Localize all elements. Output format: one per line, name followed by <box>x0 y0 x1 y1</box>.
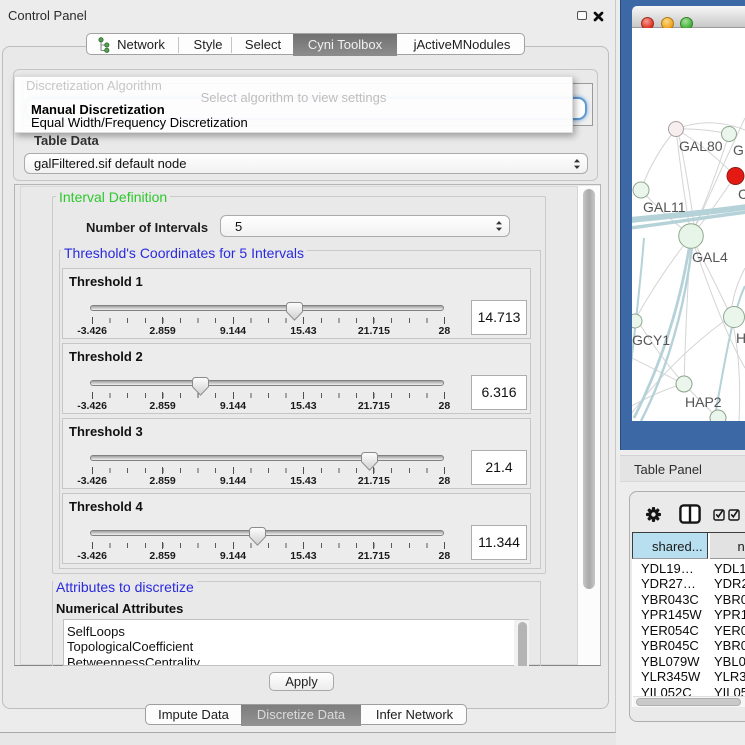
svg-text:H: H <box>736 330 745 346</box>
svg-text:GCY1: GCY1 <box>632 332 670 348</box>
svg-text:GAL80: GAL80 <box>679 138 723 154</box>
svg-text:C: C <box>738 186 745 202</box>
svg-text:GAL11: GAL11 <box>643 199 686 215</box>
svg-text:GAL4: GAL4 <box>692 249 728 265</box>
svg-text:G.: G. <box>733 142 745 158</box>
svg-text:HAP2: HAP2 <box>685 394 722 410</box>
